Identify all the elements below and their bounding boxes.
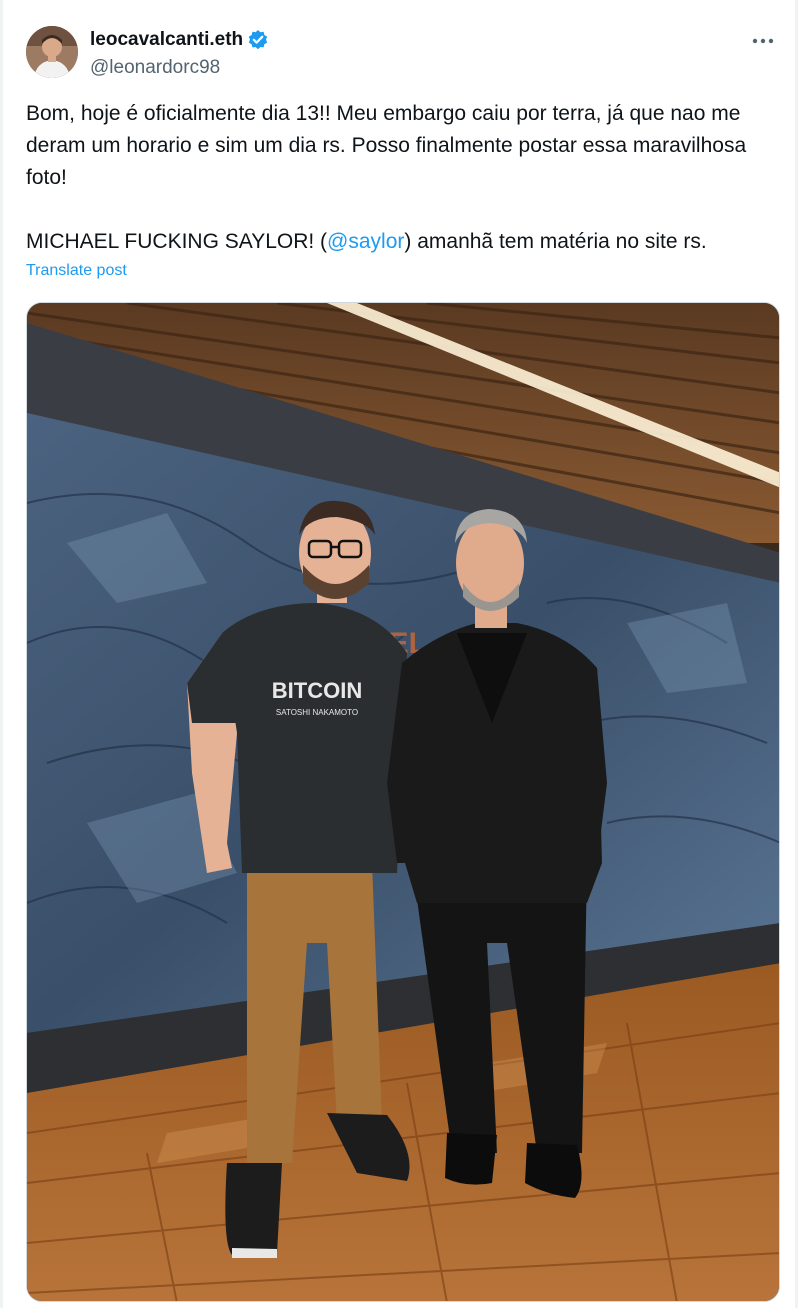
mention-link[interactable]: @saylor — [327, 230, 404, 253]
post-paragraph-2-start: MICHAEL FUCKING SAYLOR! ( — [26, 230, 328, 253]
translate-post-link[interactable]: Translate post — [26, 262, 127, 280]
post-paragraph-1: Bom, hoje é oficialmente dia 13!! Meu em… — [26, 102, 747, 189]
post-paragraph-2: MICHAEL FUCKING SAYLOR! (@saylor) amanhã… — [26, 226, 778, 258]
author-avatar[interactable] — [26, 26, 78, 78]
post-paragraph-2-end: ) amanhã tem matéria no site rs. — [404, 230, 707, 253]
shirt-text: BITCOIN — [272, 678, 362, 703]
post-header: leocavalcanti.eth @leonardorc98 — [26, 26, 786, 80]
author-names: leocavalcanti.eth @leonardorc98 — [90, 28, 269, 79]
shirt-subtext: SATOSHI NAKAMOTO — [276, 708, 358, 717]
post-body: Bom, hoje é oficialmente dia 13!! Meu em… — [26, 98, 778, 258]
person-avatar-icon — [26, 26, 78, 78]
more-options-button[interactable] — [748, 28, 778, 54]
post-photo[interactable]: AEL — [26, 302, 780, 1302]
author-display-name[interactable]: leocavalcanti.eth — [90, 29, 243, 51]
left-border — [0, 0, 3, 1308]
verified-badge-icon[interactable] — [247, 29, 269, 51]
author-handle[interactable]: @leonardorc98 — [90, 57, 269, 79]
more-dots-icon — [752, 38, 774, 44]
photo-illustration: AEL — [27, 303, 779, 1301]
